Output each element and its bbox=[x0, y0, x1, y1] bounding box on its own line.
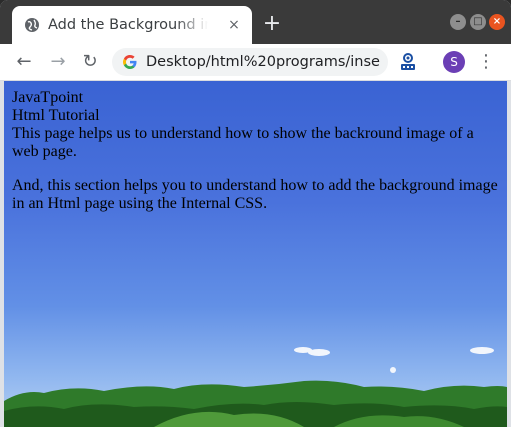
forward-icon[interactable]: → bbox=[46, 50, 70, 74]
cloud bbox=[390, 367, 396, 373]
google-icon bbox=[123, 55, 137, 69]
tab-active[interactable]: Add the Background image × bbox=[12, 6, 252, 44]
paragraph-2: And, this section helps you to understan… bbox=[12, 177, 498, 212]
cloud bbox=[470, 347, 494, 354]
tab-title: Add the Background image bbox=[48, 17, 208, 33]
heading-html-tutorial: Html Tutorial bbox=[12, 107, 100, 124]
window-minimize-button[interactable]: – bbox=[450, 14, 466, 30]
browser-window: Add the Background image × + – □ × ← → ↻… bbox=[0, 0, 511, 427]
window-maximize-button[interactable]: □ bbox=[470, 14, 486, 30]
minimize-glyph: – bbox=[455, 16, 461, 27]
paragraph-1: This page helps us to understand how to … bbox=[12, 125, 474, 160]
tab-strip: Add the Background image × + – □ × bbox=[0, 0, 511, 44]
window-close-button[interactable]: × bbox=[489, 14, 505, 30]
back-icon[interactable]: ← bbox=[12, 50, 36, 74]
url-text[interactable]: Desktop/html%20programs/inse... bbox=[146, 53, 380, 71]
close-glyph: × bbox=[492, 16, 502, 27]
reload-icon[interactable]: ↻ bbox=[78, 50, 102, 74]
cloud bbox=[308, 349, 330, 356]
maximize-glyph: □ bbox=[473, 16, 483, 27]
extension-icon[interactable] bbox=[399, 52, 417, 72]
close-icon[interactable]: × bbox=[226, 17, 242, 33]
plus-icon[interactable]: + bbox=[262, 13, 282, 35]
kebab-menu-icon[interactable]: ⋮ bbox=[477, 50, 495, 74]
green-hills bbox=[4, 380, 507, 427]
address-bar[interactable]: Desktop/html%20programs/inse... bbox=[112, 48, 388, 76]
heading-javatpoint: JavaTpoint bbox=[12, 89, 84, 106]
globe-icon bbox=[25, 18, 39, 32]
page-viewport: JavaTpoint Html Tutorial This page helps… bbox=[4, 81, 507, 427]
page-content: JavaTpoint Html Tutorial This page helps… bbox=[12, 89, 502, 213]
profile-avatar[interactable]: S bbox=[443, 51, 465, 73]
toolbar: ← → ↻ Desktop/html%20programs/inse... S … bbox=[0, 44, 511, 81]
